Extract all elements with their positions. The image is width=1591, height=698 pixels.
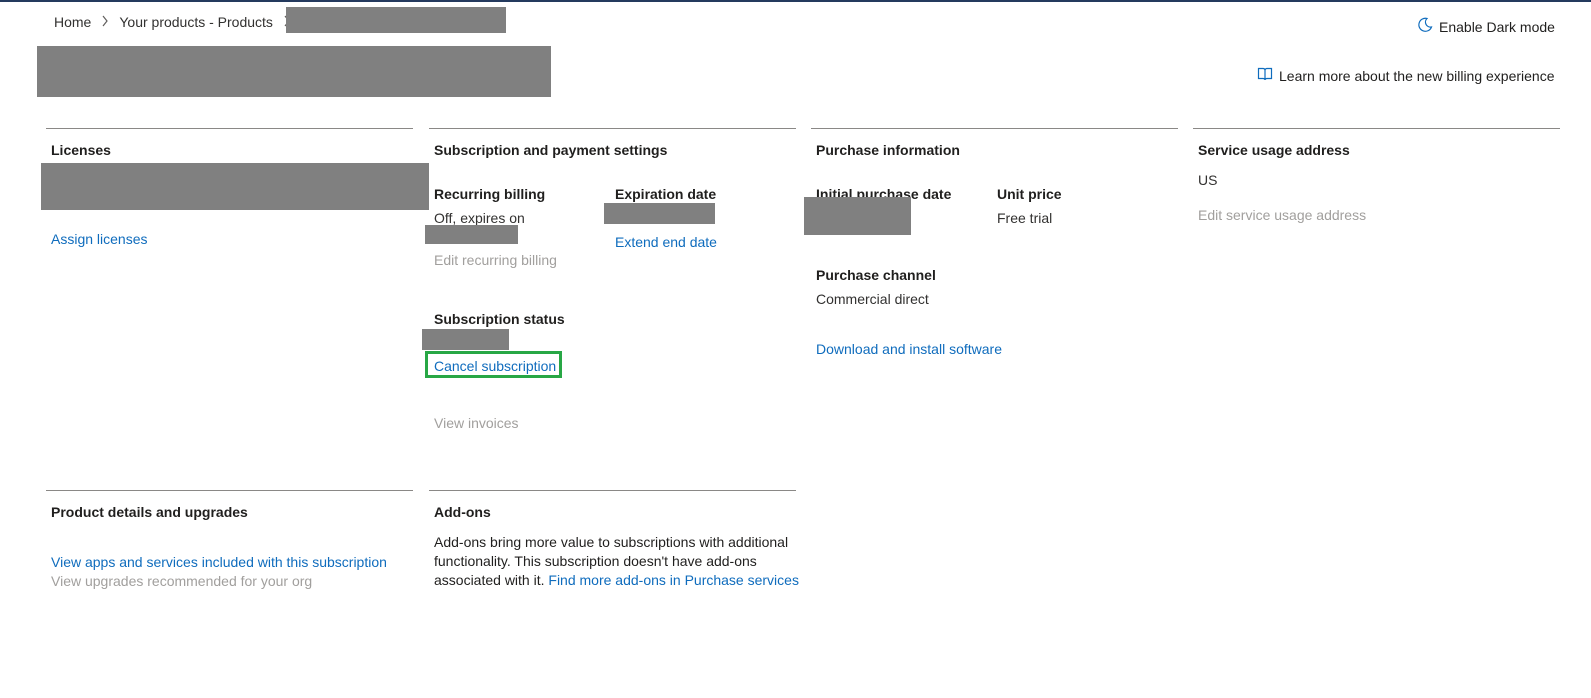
divider [811,128,1178,129]
unit-price-label: Unit price [997,186,1062,202]
licenses-heading: Licenses [51,142,111,158]
redacted-breadcrumb-product [286,7,506,33]
cancel-subscription-link[interactable]: Cancel subscription [434,358,556,374]
divider [1193,128,1560,129]
subscription-heading: Subscription and payment settings [434,142,668,158]
recurring-billing-value: Off, expires on [434,210,525,226]
find-addons-link[interactable]: Find more add-ons in Purchase services [548,572,799,588]
divider [429,128,796,129]
view-invoices-link[interactable]: View invoices [434,415,519,431]
redacted-purchase-date [804,197,911,235]
view-upgrades-link[interactable]: View upgrades recommended for your org [51,573,312,589]
recurring-billing-label: Recurring billing [434,186,546,202]
book-icon [1257,66,1273,85]
purchase-channel-value: Commercial direct [816,291,929,307]
redacted-subscription-status [422,329,509,350]
redacted-license-count [41,163,429,210]
top-accent-line [0,0,1591,2]
view-apps-link[interactable]: View apps and services included with thi… [51,554,387,570]
breadcrumb-products[interactable]: Your products - Products [119,14,273,30]
edit-service-address-link[interactable]: Edit service usage address [1198,207,1366,223]
purchase-channel-label: Purchase channel [816,267,936,283]
breadcrumb: Home Your products - Products [54,14,291,30]
chevron-right-icon [101,15,109,30]
product-details-heading: Product details and upgrades [51,504,248,520]
dark-mode-toggle[interactable]: Enable Dark mode [1417,17,1555,36]
edit-recurring-billing-link[interactable]: Edit recurring billing [434,252,557,268]
moon-icon [1417,17,1433,36]
divider [46,128,413,129]
extend-end-date-link[interactable]: Extend end date [615,234,717,250]
divider [429,490,796,491]
addons-description: Add-ons bring more value to subscription… [434,533,799,590]
addons-heading: Add-ons [434,504,491,520]
learn-more-link[interactable]: Learn more about the new billing experie… [1257,66,1555,85]
purchase-heading: Purchase information [816,142,960,158]
assign-licenses-link[interactable]: Assign licenses [51,231,148,247]
redacted-expiry-date [425,225,518,244]
learn-more-label: Learn more about the new billing experie… [1279,67,1555,84]
divider [46,490,413,491]
download-software-link[interactable]: Download and install software [816,341,1002,357]
redacted-page-title [37,46,551,97]
unit-price-value: Free trial [997,210,1053,226]
service-address-value: US [1198,172,1218,188]
subscription-status-label: Subscription status [434,311,565,327]
expiration-date-label: Expiration date [615,186,717,202]
dark-mode-label: Enable Dark mode [1439,18,1555,35]
redacted-expiration-date [604,203,715,224]
breadcrumb-home[interactable]: Home [54,14,91,30]
service-address-heading: Service usage address [1198,142,1350,158]
